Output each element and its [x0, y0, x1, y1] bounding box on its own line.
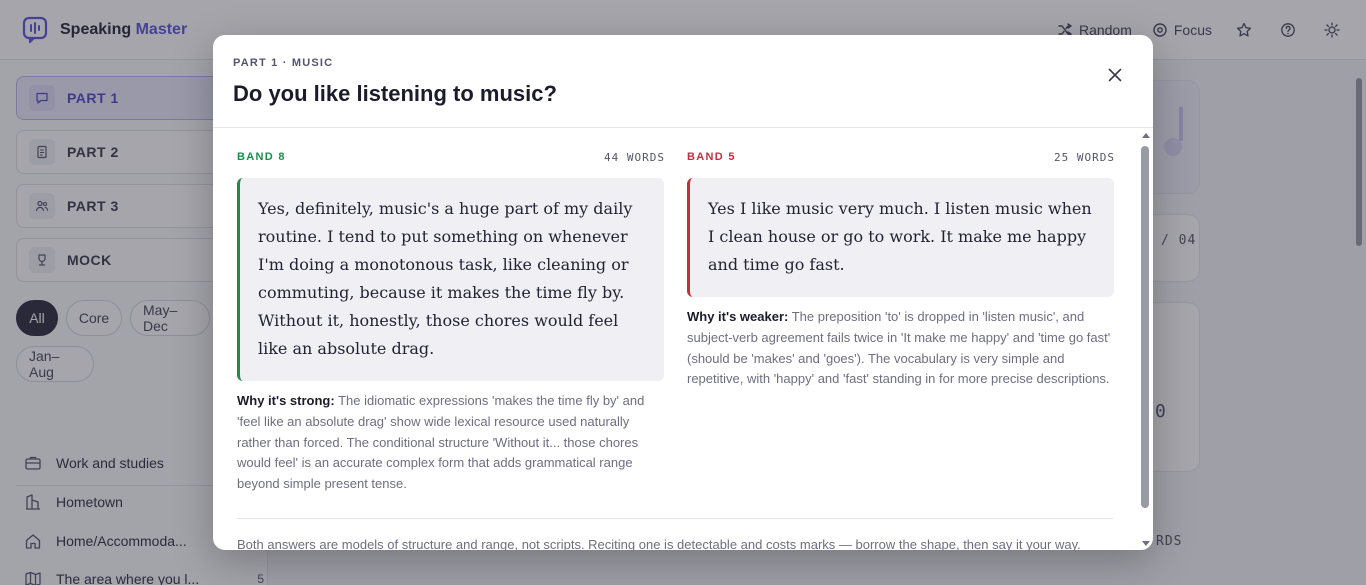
band-5-explanation: Why it's weaker: The preposition 'to' is…	[687, 307, 1115, 390]
dialog-divider	[237, 518, 1114, 519]
dialog-scrollbar[interactable]	[1139, 129, 1153, 550]
dialog-footnote: Both answers are models of structure and…	[237, 537, 1081, 550]
model-answer-dialog: PART 1 · MUSIC Do you like listening to …	[213, 35, 1153, 550]
dialog-title: Do you like listening to music?	[233, 81, 557, 106]
close-button[interactable]	[1103, 63, 1127, 87]
band-8-header: BAND 8 44 WORDS	[237, 151, 665, 165]
explanation-label: Why it's strong:	[237, 393, 335, 408]
scroll-down-arrow-icon[interactable]	[1142, 541, 1150, 546]
band-8-word-count: 44 WORDS	[604, 151, 665, 164]
dialog-header: PART 1 · MUSIC Do you like listening to …	[213, 35, 1153, 128]
close-icon	[1108, 68, 1122, 82]
band-5-header: BAND 5 25 WORDS	[687, 151, 1115, 165]
band-5-answer: Yes I like music very much. I listen mus…	[687, 178, 1114, 297]
band-8-label: BAND 8	[237, 151, 286, 163]
band-5-word-count: 25 WORDS	[1054, 151, 1115, 164]
band-8-explanation: Why it's strong: The idiomatic expressio…	[237, 391, 665, 495]
scroll-up-arrow-icon[interactable]	[1142, 133, 1150, 138]
explanation-label: Why it's weaker:	[687, 309, 789, 324]
band-5-label: BAND 5	[687, 151, 736, 163]
dialog-scroll-thumb[interactable]	[1141, 146, 1149, 508]
dialog-body: BAND 8 44 WORDS Yes, definitely, music's…	[213, 129, 1153, 550]
dialog-eyebrow: PART 1 · MUSIC	[233, 57, 334, 69]
band-8-answer: Yes, definitely, music's a huge part of …	[237, 178, 664, 381]
